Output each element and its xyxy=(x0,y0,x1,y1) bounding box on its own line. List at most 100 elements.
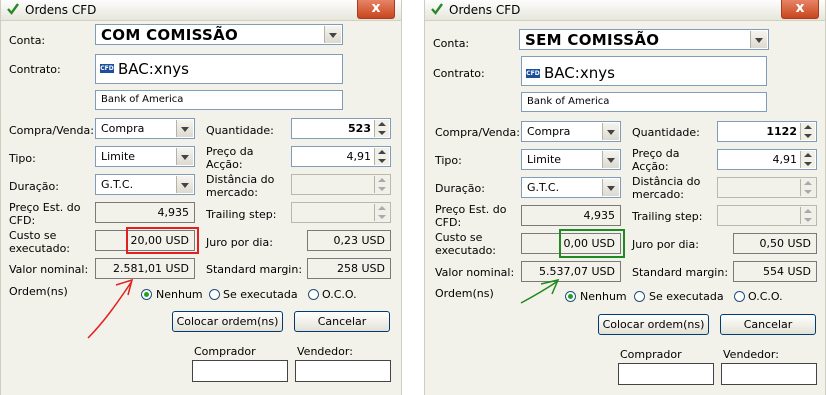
chevron-down-icon[interactable] xyxy=(324,26,341,43)
chevron-down-icon[interactable] xyxy=(176,176,193,193)
radio-nenhum[interactable] xyxy=(565,291,576,302)
chevron-down-icon[interactable] xyxy=(750,31,767,48)
radio-se-executada-label: Se executada xyxy=(223,288,298,301)
preco-value: 4,91 xyxy=(772,153,798,166)
chevron-down-icon[interactable] xyxy=(602,179,619,196)
close-button[interactable]: x xyxy=(781,0,819,19)
valor-field: 2.581,01 USD xyxy=(95,258,195,279)
contrato-name-field: Bank of America xyxy=(521,92,767,112)
preco-input[interactable]: 4,91 xyxy=(717,149,817,170)
trailing-input xyxy=(717,205,817,226)
cancelar-button[interactable]: Cancelar xyxy=(720,314,816,335)
contrato-name: Bank of America xyxy=(527,96,610,107)
cancelar-button[interactable]: Cancelar xyxy=(294,311,390,332)
chevron-down-icon[interactable] xyxy=(176,120,193,137)
duracao-value: G.T.C. xyxy=(527,181,560,194)
close-button[interactable]: x xyxy=(357,0,395,19)
radio-se-executada[interactable] xyxy=(209,289,220,300)
chevron-down-icon[interactable] xyxy=(602,123,619,140)
duracao-value: G.T.C. xyxy=(101,178,134,191)
window-title: Ordens CFD xyxy=(449,3,521,17)
tipo-value: Limite xyxy=(101,150,136,163)
title-bar: Ordens CFD x xyxy=(425,0,825,21)
contrato-value: BAC:xnys xyxy=(544,64,615,82)
trailing-spinner xyxy=(374,204,389,221)
conta-dropdown[interactable]: SEM COMISSÃO xyxy=(519,29,769,50)
duracao-dropdown[interactable]: G.T.C. xyxy=(521,177,621,198)
quantidade-label: Quantidade: xyxy=(632,126,700,139)
valor-field: 5.537,07 USD xyxy=(521,261,621,282)
margin-label: Standard margin: xyxy=(206,263,303,276)
contrato-input[interactable]: CFD BAC:xnys xyxy=(521,56,767,86)
tipo-dropdown[interactable]: Limite xyxy=(521,149,621,170)
distancia-spinner xyxy=(374,176,389,193)
contrato-label: Contrato: xyxy=(9,63,61,76)
compra-venda-dropdown[interactable]: Compra xyxy=(95,118,195,139)
distancia-spinner xyxy=(800,179,815,196)
quantidade-value: 1122 xyxy=(766,125,797,138)
compra-venda-value: Compra xyxy=(101,122,145,135)
radio-oco[interactable] xyxy=(734,291,745,302)
conta-dropdown[interactable]: COM COMISSÃO xyxy=(95,24,343,45)
margin-value: 554 USD xyxy=(763,265,811,278)
chevron-down-icon[interactable] xyxy=(176,148,193,165)
checkmark-icon xyxy=(7,3,19,15)
preco-input[interactable]: 4,91 xyxy=(291,146,391,167)
vendedor-field xyxy=(721,363,817,385)
trailing-spinner xyxy=(800,207,815,224)
radio-oco-label: O.C.O. xyxy=(322,288,357,301)
cfd-icon: CFD xyxy=(100,64,114,73)
quantidade-label: Quantidade: xyxy=(206,124,274,137)
radio-oco-label: O.C.O. xyxy=(748,290,783,303)
preco-spinner[interactable] xyxy=(374,148,389,165)
margin-field: 554 USD xyxy=(733,261,817,282)
conta-value: COM COMISSÃO xyxy=(101,26,239,44)
chevron-down-icon[interactable] xyxy=(602,151,619,168)
comprador-field xyxy=(618,363,714,385)
margin-field: 258 USD xyxy=(307,258,391,279)
tipo-value: Limite xyxy=(527,153,562,166)
duracao-dropdown[interactable]: G.T.C. xyxy=(95,174,195,195)
comprador-field xyxy=(192,360,288,382)
radio-nenhum-label: Nenhum xyxy=(156,288,203,301)
quantidade-spinner[interactable] xyxy=(800,123,815,140)
distancia-input xyxy=(717,177,817,198)
margin-label: Standard margin: xyxy=(632,266,729,279)
preco-label: Preço da Acção: xyxy=(632,147,680,173)
colocar-ordem-button[interactable]: Colocar ordem(ns) xyxy=(598,314,709,335)
window-title: Ordens CFD xyxy=(25,3,97,17)
juro-field: 0,23 USD xyxy=(307,230,391,251)
quantidade-input[interactable]: 523 xyxy=(291,118,391,139)
vendedor-label: Vendedor: xyxy=(723,348,779,361)
conta-value: SEM COMISSÃO xyxy=(525,31,660,49)
juro-label: Juro por dia: xyxy=(206,236,273,249)
contrato-name-field: Bank of America xyxy=(95,90,343,110)
distancia-label: Distância do mercado: xyxy=(632,175,701,201)
preco-spinner[interactable] xyxy=(800,151,815,168)
checkmark-icon xyxy=(431,3,443,15)
left-order-window: Ordens CFD x Conta: COM COMISSÃO Contrat… xyxy=(0,0,402,395)
quantidade-input[interactable]: 1122 xyxy=(717,121,817,142)
trailing-label: Trailing step: xyxy=(632,210,703,223)
radio-oco[interactable] xyxy=(308,289,319,300)
juro-label: Juro por dia: xyxy=(632,238,699,251)
colocar-ordem-button[interactable]: Colocar ordem(ns) xyxy=(172,311,283,332)
tipo-dropdown[interactable]: Limite xyxy=(95,146,195,167)
comprador-label: Comprador xyxy=(194,345,256,358)
radio-nenhum-label: Nenhum xyxy=(580,290,627,303)
valor-label: Valor nominal: xyxy=(435,266,515,279)
quantidade-spinner[interactable] xyxy=(374,120,389,137)
conta-label: Conta: xyxy=(9,34,46,47)
preco-est-value: 4,935 xyxy=(583,209,616,222)
preco-est-field: 4,935 xyxy=(521,205,621,226)
radio-se-executada[interactable] xyxy=(634,291,645,302)
custo-label: Custo se executado: xyxy=(9,229,71,255)
distancia-label: Distância do mercado: xyxy=(206,173,275,199)
radio-nenhum[interactable] xyxy=(141,289,152,300)
contrato-input[interactable]: CFD BAC:xnys xyxy=(95,54,343,84)
ordem-label: Ordem(ns) xyxy=(9,285,68,298)
tipo-label: Tipo: xyxy=(435,154,462,167)
duracao-label: Duração: xyxy=(9,180,59,193)
contrato-name: Bank of America xyxy=(101,94,184,105)
compra-venda-dropdown[interactable]: Compra xyxy=(521,121,621,142)
